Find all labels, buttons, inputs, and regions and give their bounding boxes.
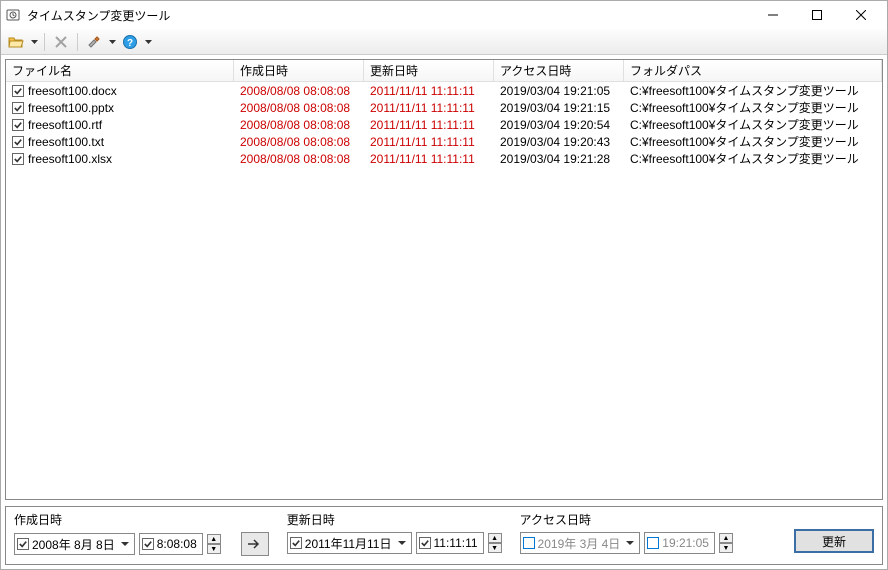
accessed-time-input[interactable]: 19:21:05 [644, 532, 715, 554]
accessed-time-check[interactable] [647, 537, 659, 549]
created-cell: 2008/08/08 08:08:08 [234, 84, 364, 98]
col-header-accessed[interactable]: アクセス日時 [494, 60, 624, 81]
open-dropdown[interactable] [29, 31, 39, 53]
folder-cell: C:¥freesoft100¥タイムスタンプ変更ツール [624, 116, 882, 133]
table-row[interactable]: freesoft100.pptx 2008/08/08 08:08:082011/… [6, 99, 882, 116]
created-time-check[interactable] [142, 538, 154, 550]
folder-cell: C:¥freesoft100¥タイムスタンプ変更ツール [624, 150, 882, 167]
created-label: 作成日時 [14, 511, 269, 528]
created-date-check[interactable] [17, 538, 29, 550]
accessed-cell: 2019/03/04 19:21:28 [494, 152, 624, 166]
open-folder-button[interactable] [5, 31, 27, 53]
help-dropdown[interactable] [143, 31, 153, 53]
created-cell: 2008/08/08 08:08:08 [234, 118, 364, 132]
created-cell: 2008/08/08 08:08:08 [234, 152, 364, 166]
modified-time-input[interactable]: 11:11:11 [416, 532, 484, 554]
modified-date-check[interactable] [290, 537, 302, 549]
help-button[interactable]: ? [119, 31, 141, 53]
chevron-down-icon[interactable] [395, 541, 409, 546]
created-cell: 2008/08/08 08:08:08 [234, 135, 364, 149]
file-name: freesoft100.xlsx [28, 152, 112, 166]
svg-text:?: ? [127, 38, 133, 49]
file-name: freesoft100.txt [28, 135, 104, 149]
folder-cell: C:¥freesoft100¥タイムスタンプ変更ツール [624, 82, 882, 99]
app-icon [5, 7, 21, 23]
settings-button[interactable] [83, 31, 105, 53]
file-table: ファイル名 作成日時 更新日時 アクセス日時 フォルダパス freesoft10… [5, 59, 883, 500]
toolbar-separator [77, 33, 78, 51]
row-check[interactable] [12, 153, 24, 165]
modified-cell: 2011/11/11 11:11:11 [364, 118, 494, 132]
folder-cell: C:¥freesoft100¥タイムスタンプ変更ツール [624, 133, 882, 150]
table-row[interactable]: freesoft100.docx 2008/08/08 08:08:082011/… [6, 82, 882, 99]
col-header-folder[interactable]: フォルダパス [624, 60, 882, 81]
maximize-button[interactable] [795, 1, 839, 29]
table-row[interactable]: freesoft100.txt 2008/08/08 08:08:082011/1… [6, 133, 882, 150]
modified-time-check[interactable] [419, 537, 431, 549]
folder-cell: C:¥freesoft100¥タイムスタンプ変更ツール [624, 99, 882, 116]
toolbar: ? [1, 29, 887, 55]
col-header-created[interactable]: 作成日時 [234, 60, 364, 81]
chevron-down-icon[interactable] [118, 542, 132, 547]
modified-date-input[interactable]: 2011年11月11日 [287, 532, 412, 554]
table-row[interactable]: freesoft100.rtf 2008/08/08 08:08:082011/1… [6, 116, 882, 133]
accessed-cell: 2019/03/04 19:21:05 [494, 84, 624, 98]
created-time-spinner[interactable]: ▲▼ [207, 534, 221, 554]
accessed-cell: 2019/03/04 19:20:43 [494, 135, 624, 149]
file-name: freesoft100.pptx [28, 101, 114, 115]
update-button[interactable]: 更新 [794, 529, 874, 553]
created-group: 作成日時 2008年 8月 8日 8:08:08 ▲▼ [14, 511, 269, 556]
accessed-label: アクセス日時 [520, 511, 733, 528]
modified-cell: 2011/11/11 11:11:11 [364, 135, 494, 149]
modified-time-spinner[interactable]: ▲▼ [488, 533, 502, 553]
modified-label: 更新日時 [287, 511, 502, 528]
accessed-group: アクセス日時 2019年 3月 4日 19:21:05 ▲▼ [520, 511, 733, 556]
file-name: freesoft100.docx [28, 84, 117, 98]
accessed-cell: 2019/03/04 19:20:54 [494, 118, 624, 132]
table-header: ファイル名 作成日時 更新日時 アクセス日時 フォルダパス [6, 60, 882, 82]
row-check[interactable] [12, 102, 24, 114]
modified-group: 更新日時 2011年11月11日 11:11:11 ▲▼ [287, 511, 502, 556]
created-cell: 2008/08/08 08:08:08 [234, 101, 364, 115]
delete-button[interactable] [50, 31, 72, 53]
settings-dropdown[interactable] [107, 31, 117, 53]
table-body[interactable]: freesoft100.docx2008/08/08 08:08:082011/… [6, 82, 882, 499]
modified-cell: 2011/11/11 11:11:11 [364, 84, 494, 98]
created-time-input[interactable]: 8:08:08 [139, 533, 203, 555]
created-date-input[interactable]: 2008年 8月 8日 [14, 533, 135, 555]
row-check[interactable] [12, 136, 24, 148]
row-check[interactable] [12, 119, 24, 131]
accessed-time-spinner[interactable]: ▲▼ [719, 533, 733, 553]
bottom-panel: 作成日時 2008年 8月 8日 8:08:08 ▲▼ [5, 506, 883, 565]
window-title: タイムスタンプ変更ツール [27, 7, 751, 24]
modified-cell: 2011/11/11 11:11:11 [364, 152, 494, 166]
minimize-button[interactable] [751, 1, 795, 29]
col-header-modified[interactable]: 更新日時 [364, 60, 494, 81]
close-button[interactable] [839, 1, 883, 29]
accessed-date-input[interactable]: 2019年 3月 4日 [520, 532, 641, 554]
copy-right-button[interactable] [241, 532, 269, 556]
file-name: freesoft100.rtf [28, 118, 102, 132]
table-row[interactable]: freesoft100.xlsx 2008/08/08 08:08:082011/… [6, 150, 882, 167]
content-area: ファイル名 作成日時 更新日時 アクセス日時 フォルダパス freesoft10… [1, 55, 887, 569]
row-check[interactable] [12, 85, 24, 97]
accessed-cell: 2019/03/04 19:21:15 [494, 101, 624, 115]
accessed-date-check[interactable] [523, 537, 535, 549]
chevron-down-icon[interactable] [623, 541, 637, 546]
toolbar-separator [44, 33, 45, 51]
titlebar[interactable]: タイムスタンプ変更ツール [1, 1, 887, 29]
col-header-name[interactable]: ファイル名 [6, 60, 234, 81]
app-window: タイムスタンプ変更ツール ? ファイル名 作成日時 更 [0, 0, 888, 570]
modified-cell: 2011/11/11 11:11:11 [364, 101, 494, 115]
